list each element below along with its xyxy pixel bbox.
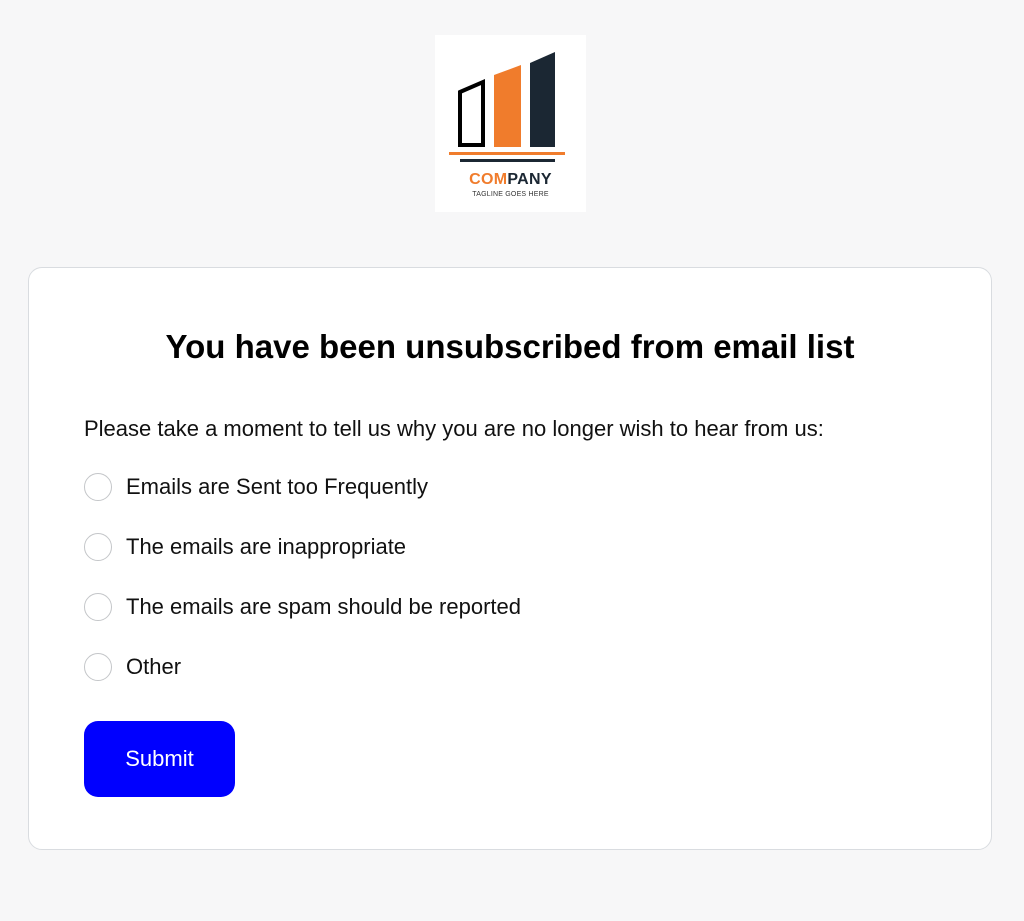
reason-option-label: Other [126,654,182,679]
radio-button[interactable] [84,593,112,621]
page: COMPANY TAGLINE GOES HERE You have been … [0,0,1024,921]
reason-option-other[interactable]: Other [84,650,181,684]
reason-option-frequency[interactable]: Emails are Sent too Frequently [84,470,428,504]
logo-wordmark-accent: COM [469,171,508,188]
reason-option-label: Emails are Sent too Frequently [126,474,429,499]
radio-button[interactable] [84,653,112,681]
logo-wordmark: COMPANY [435,171,586,189]
logo-wordmark-rest: PANY [507,171,552,188]
submit-button[interactable]: Submit [84,721,235,797]
reason-option-label: The emails are inappropriate [126,534,407,559]
reason-option-spam[interactable]: The emails are spam should be reported [84,590,521,624]
logo-tagline: TAGLINE GOES HERE [472,191,549,198]
radio-button[interactable] [84,533,112,561]
radio-button[interactable] [84,473,112,501]
page-title: You have been unsubscribed from email li… [165,328,855,365]
reason-prompt: Please take a moment to tell us why you … [84,416,824,441]
unsubscribe-card: You have been unsubscribed from email li… [28,267,992,850]
reason-option-label: The emails are spam should be reported [126,594,521,619]
reason-option-inappropriate[interactable]: The emails are inappropriate [84,530,406,564]
company-logo: COMPANY TAGLINE GOES HERE [435,35,586,212]
